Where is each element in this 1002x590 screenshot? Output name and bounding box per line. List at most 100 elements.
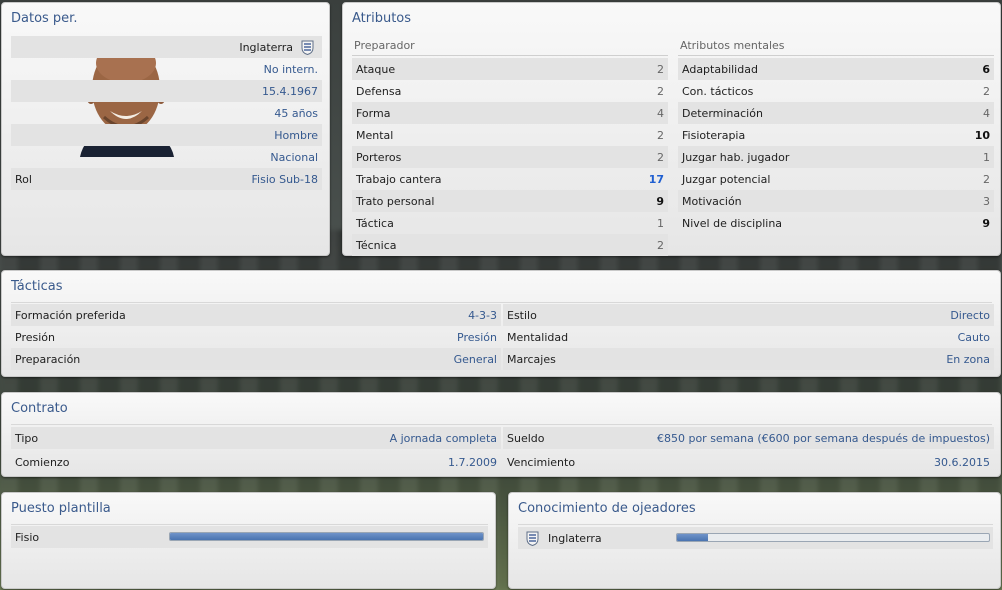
tactic-row: Formación preferida 4-3-3 <box>11 304 501 326</box>
coach-attribute-row-label: Mental <box>356 128 394 142</box>
mental-attribute-row-value: 4 <box>983 106 990 120</box>
wage-label: Sueldo <box>507 431 545 445</box>
tactic-row-value: 4-3-3 <box>468 308 497 322</box>
mental-attribute-row: Nivel de disciplina 9 <box>678 212 994 234</box>
contract-type-row: Tipo A jornada completa <box>11 427 501 449</box>
expiry-row: Vencimiento 30.6.2015 <box>503 451 994 473</box>
coach-attribute-row-label: Técnica <box>356 238 397 252</box>
contract-start-value: 1.7.2009 <box>448 455 497 469</box>
tactics-panel: Tácticas Formación preferida 4-3-3 Presión… <box>1 270 1001 377</box>
tactic-row-label: Estilo <box>507 308 537 322</box>
squad-position-bar <box>169 532 484 541</box>
status-value: Nacional <box>270 150 318 164</box>
tactic-row-value: Presión <box>457 330 497 344</box>
coach-attribute-row: Ataque 2 <box>352 58 668 80</box>
mental-attribute-row: Juzgar potencial 2 <box>678 168 994 190</box>
panel-title: Tácticas <box>11 279 63 294</box>
scout-knowledge-bar <box>676 533 990 542</box>
contract-start-row: Comienzo 1.7.2009 <box>11 451 501 473</box>
status-row: Nacional <box>11 146 322 168</box>
coach-attribute-row-value: 2 <box>657 128 664 142</box>
coach-attribute-row-label: Porteros <box>356 150 402 164</box>
mental-attribute-row: Fisioterapia 10 <box>678 124 994 146</box>
coach-attribute-row-value: 9 <box>656 194 664 208</box>
mental-attribute-row: Juzgar hab. jugador 1 <box>678 146 994 168</box>
squad-position-panel: Puesto plantilla Fisio <box>1 492 496 589</box>
tactic-row-value: Cauto <box>957 330 990 344</box>
wage-row: Sueldo €850 por semana (€600 por semana … <box>503 427 994 449</box>
tactic-row-label: Formación preferida <box>15 308 126 322</box>
coach-attribute-row-label: Defensa <box>356 84 402 98</box>
scout-knowledge-panel: Conocimiento de ojeadores Inglaterra <box>508 492 1001 589</box>
coach-attribute-row-label: Trato personal <box>356 194 435 208</box>
tactic-row-value: En zona <box>946 352 990 366</box>
squad-position-bar-fill <box>170 533 483 540</box>
tactic-row: Estilo Directo <box>503 304 994 326</box>
coach-attribute-row-value: 1 <box>657 216 664 230</box>
scout-divider <box>518 524 993 525</box>
contract-panel: Contrato Tipo A jornada completa Comienz… <box>1 392 1001 477</box>
birth-date-value: 15.4.1967 <box>262 84 318 98</box>
personal-details-panel: Datos per. Inglaterra No intern. 15.4.19… <box>1 2 330 256</box>
scout-knowledge-bar-fill <box>677 534 709 541</box>
tactic-row-value: General <box>453 352 497 366</box>
coach-attribute-row-label: Táctica <box>356 216 394 230</box>
birth-date-row: 15.4.1967 <box>11 80 322 102</box>
coach-attribute-row-value: 2 <box>657 84 664 98</box>
tactic-row: Mentalidad Cauto <box>503 326 994 348</box>
tactic-row: Marcajes En zona <box>503 348 994 370</box>
coach-attribute-row-value: 2 <box>657 238 664 252</box>
international-row: No intern. <box>11 58 322 80</box>
mental-header-divider <box>678 55 994 56</box>
role-label: Rol <box>15 172 32 186</box>
coach-attribute-row-value: 4 <box>657 106 664 120</box>
panel-title: Puesto plantilla <box>11 501 111 516</box>
mental-attribute-row-value: 3 <box>983 194 990 208</box>
mental-attribute-row: Motivación 3 <box>678 190 994 212</box>
role-row: Rol Fisio Sub-18 <box>11 168 322 190</box>
coach-header-divider <box>352 55 668 56</box>
coach-attribute-row: Técnica 2 <box>352 234 668 256</box>
contract-type-value: A jornada completa <box>389 431 497 445</box>
mental-attribute-row-value: 2 <box>983 172 990 186</box>
nation-value[interactable]: Inglaterra <box>239 41 293 54</box>
panel-title: Conocimiento de ojeadores <box>518 501 696 516</box>
contract-start-label: Comienzo <box>15 455 70 469</box>
expiry-value: 30.6.2015 <box>934 455 990 469</box>
coach-attribute-row: Porteros 2 <box>352 146 668 168</box>
panel-title: Contrato <box>11 401 68 416</box>
mental-attribute-row: Con. tácticos 2 <box>678 80 994 102</box>
mental-attribute-row-label: Adaptabilidad <box>682 62 758 76</box>
coach-attribute-row: Forma 4 <box>352 102 668 124</box>
role-value[interactable]: Fisio Sub-18 <box>252 173 319 186</box>
contract-type-label: Tipo <box>15 431 39 445</box>
wage-value: €850 por semana (€600 por semana después… <box>656 431 990 445</box>
mental-attributes-header: Atributos mentales <box>680 39 785 52</box>
mental-attribute-row: Determinación 4 <box>678 102 994 124</box>
coach-attribute-row-value: 17 <box>648 172 664 186</box>
tactics-divider <box>11 302 992 303</box>
tactic-row-label: Presión <box>15 330 55 344</box>
panel-title: Datos per. <box>11 11 78 26</box>
mental-attribute-row-value: 1 <box>983 150 990 164</box>
mental-attribute-row-value: 10 <box>974 128 990 142</box>
tactic-row-value: Directo <box>950 308 990 322</box>
mental-attribute-row-label: Juzgar hab. jugador <box>682 150 790 164</box>
tactic-row-label: Mentalidad <box>507 330 569 344</box>
tactic-row: Preparación General <box>11 348 501 370</box>
gender-value: Hombre <box>274 128 318 142</box>
coach-attribute-row: Mental 2 <box>352 124 668 146</box>
coach-attribute-row-value: 2 <box>657 62 664 76</box>
mental-attribute-row: Adaptabilidad 6 <box>678 58 994 80</box>
england-crest-icon <box>301 40 314 55</box>
age-row: 45 años <box>11 102 322 124</box>
nation-row: Inglaterra <box>11 36 322 58</box>
mental-attribute-row-label: Con. tácticos <box>682 84 754 98</box>
tactic-row: Presión Presión <box>11 326 501 348</box>
coach-attribute-row: Táctica 1 <box>352 212 668 234</box>
international-value: No intern. <box>263 62 318 76</box>
coach-attribute-row-label: Ataque <box>356 62 396 76</box>
coach-attributes-header: Preparador <box>354 39 415 52</box>
mental-attribute-row-value: 2 <box>983 84 990 98</box>
gender-row: Hombre <box>11 124 322 146</box>
